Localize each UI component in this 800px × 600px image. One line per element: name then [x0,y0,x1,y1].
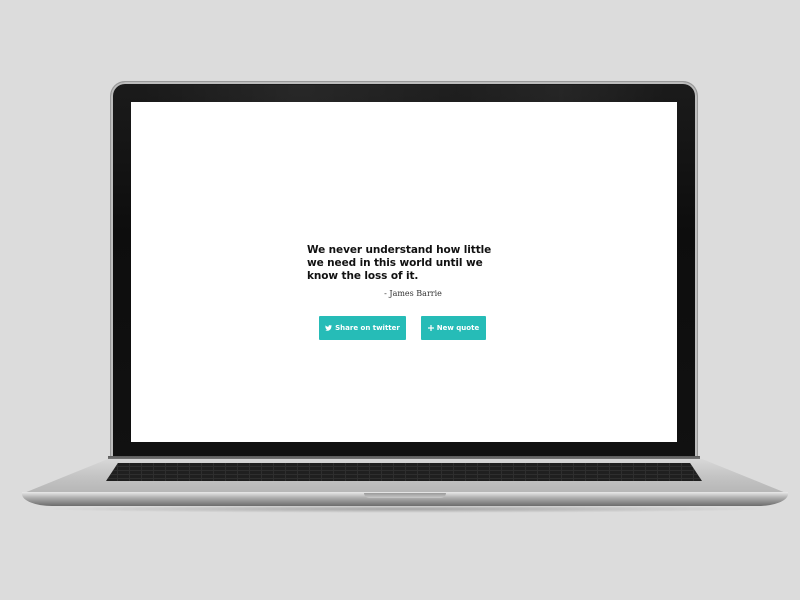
plus-icon [427,325,434,331]
keyboard [106,463,702,481]
share-on-twitter-button[interactable]: Share on twitter [319,316,406,340]
quote-text: We never understand how little we need i… [307,244,492,282]
action-buttons: Share on twitter New quote [319,316,489,340]
new-quote-button[interactable]: New quote [421,316,486,340]
quote-box: We never understand how little we need i… [307,244,507,298]
quote-author: - James Barrie [384,289,442,299]
laptop-screen: We never understand how little we need i… [131,102,677,442]
share-on-twitter-label: Share on twitter [335,324,400,332]
new-quote-label: New quote [436,324,480,332]
laptop-mockup-stage: We never understand how little we need i… [0,0,800,600]
twitter-bird-icon [325,325,333,331]
laptop-shadow [40,505,770,513]
keyboard-keys [106,463,702,481]
laptop-thumb-notch [364,493,446,498]
